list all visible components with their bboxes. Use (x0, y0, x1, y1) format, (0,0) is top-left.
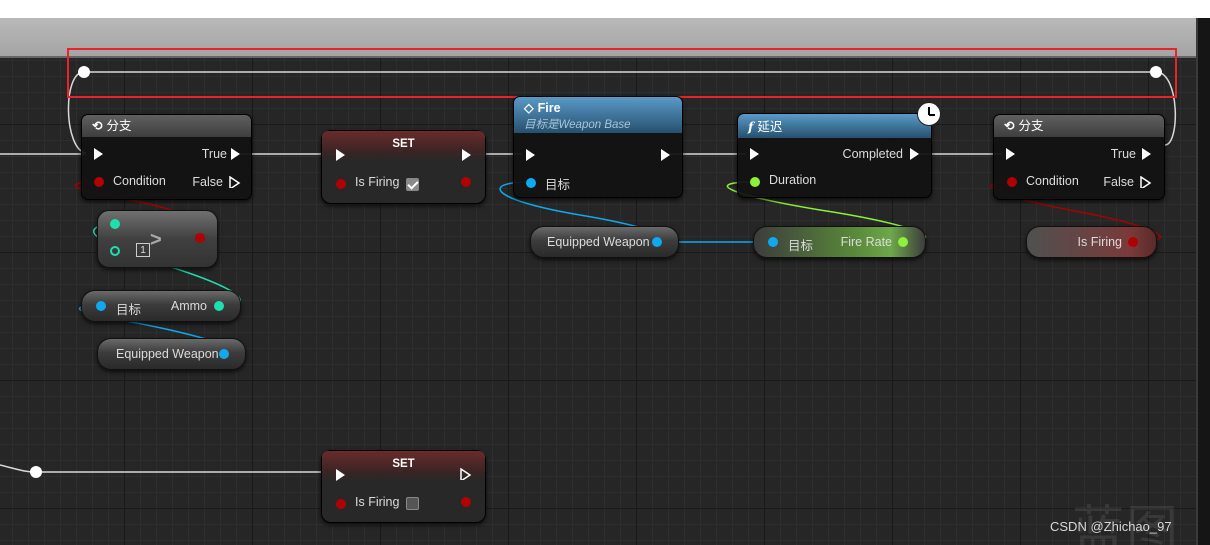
branch-2-condition-label: Condition (1026, 174, 1079, 188)
branch-2-true-pin[interactable] (1142, 148, 1151, 160)
branch-icon: ⟲ (92, 119, 103, 133)
is-firing-getter-node[interactable]: Is Firing (1026, 226, 1157, 258)
completed-exec-pin[interactable] (910, 148, 919, 160)
set-1-output-pin[interactable] (461, 177, 471, 187)
false-pin-label: False (192, 175, 223, 189)
completed-pin-label: Completed (842, 147, 903, 161)
branch-2-exec-in[interactable] (1006, 148, 1015, 160)
set-is-firing-false-node[interactable]: SET Is Firing (321, 450, 486, 523)
set-1-pin-label: Is Firing (355, 175, 400, 189)
ammo-output-pin[interactable] (214, 301, 224, 311)
set-2-pin-label: Is Firing (355, 495, 400, 509)
ammo-target-pin[interactable] (96, 301, 106, 311)
set-2-output-pin[interactable] (461, 497, 471, 507)
equipped-weapon-1-pin[interactable] (219, 349, 229, 359)
delay-node[interactable]: f 延迟 Completed Duration (737, 102, 941, 198)
latent-clock-icon (917, 102, 941, 126)
duration-pin-label: Duration (769, 173, 817, 187)
delay-node-header: f 延迟 (738, 114, 931, 138)
branch-node-2[interactable]: ⟲ 分支 True Condition False (993, 114, 1165, 200)
compare-output-pin[interactable] (195, 233, 205, 243)
selection-highlight-box (67, 48, 1177, 98)
exec-in-pin[interactable] (94, 148, 103, 160)
watermark-logo-glyph: 蓝图 (1072, 502, 1181, 545)
set-2-checkbox[interactable] (406, 497, 419, 510)
function-icon: f (748, 119, 754, 134)
compare-input-a-pin[interactable] (110, 219, 120, 229)
greater-than-node[interactable]: 1 > (97, 210, 218, 268)
branch-2-false-label: False (1103, 175, 1134, 189)
fire-target-pin[interactable] (526, 178, 536, 188)
reroute-node-right[interactable] (1150, 66, 1162, 78)
fire-rate-output-label: Fire Rate (840, 235, 892, 249)
window-top-strip (0, 0, 1210, 18)
delay-exec-in[interactable] (750, 148, 759, 160)
fire-target-label: 目标 (545, 178, 571, 192)
set-1-exec-out[interactable] (462, 149, 471, 161)
branch-icon: ⟲ (1004, 119, 1015, 133)
condition-pin[interactable] (94, 177, 104, 187)
fire-rate-target-pin[interactable] (768, 237, 778, 247)
branch-node-1-header: ⟲ 分支 (82, 115, 251, 137)
branch-2-condition-pin[interactable] (1007, 177, 1017, 187)
set-2-exec-in[interactable] (336, 469, 345, 481)
fire-exec-out[interactable] (661, 149, 670, 161)
fire-exec-in[interactable] (526, 149, 535, 161)
equipped-weapon-2-pin[interactable] (652, 237, 662, 247)
set-node-1-title: SET (322, 131, 485, 161)
equipped-weapon-getter-2[interactable]: Equipped Weapon (530, 226, 679, 258)
fire-rate-target-label: 目标 (788, 239, 814, 253)
is-firing-getter-pin[interactable] (1128, 237, 1138, 247)
condition-pin-label: Condition (113, 174, 166, 188)
fire-node-title: Fire (537, 101, 561, 115)
branch-node-2-header: ⟲ 分支 (994, 115, 1164, 137)
reroute-node-bottom[interactable] (30, 466, 42, 478)
event-diamond-icon: ◇ (524, 101, 534, 115)
fire-function-node[interactable]: ◇ Fire 目标是Weapon Base 目标 (513, 96, 683, 198)
ammo-getter-node[interactable]: 目标 Ammo (81, 290, 241, 322)
exec-wire-false-set (0, 464, 335, 473)
reroute-node-left[interactable] (78, 66, 90, 78)
set-1-exec-in[interactable] (336, 149, 345, 161)
blueprint-graph-canvas[interactable]: ⟲ 分支 True Condition False 1 > 目标 Ammo Equ… (0, 0, 1210, 545)
fire-node-header: ◇ Fire 目标是Weapon Base (514, 97, 682, 133)
branch-2-false-pin[interactable] (1140, 176, 1152, 188)
set-1-checkbox[interactable] (406, 178, 419, 191)
compare-value-box[interactable]: 1 (136, 243, 150, 257)
fire-rate-output-pin[interactable] (898, 237, 908, 247)
equipped-weapon-1-label: Equipped Weapon (116, 347, 219, 361)
equipped-weapon-2-label: Equipped Weapon (547, 235, 650, 249)
delay-node-title: 延迟 (757, 120, 783, 134)
duration-pin[interactable] (750, 177, 760, 187)
equipped-weapon-getter-1[interactable]: Equipped Weapon (97, 338, 246, 370)
branch-node-1[interactable]: ⟲ 分支 True Condition False (81, 114, 252, 200)
true-pin-label: True (201, 147, 227, 161)
graph-scrollbar[interactable] (1196, 18, 1210, 545)
ammo-target-label: 目标 (116, 303, 142, 317)
compare-operator: > (150, 229, 162, 251)
is-firing-getter-label: Is Firing (1077, 235, 1122, 249)
ammo-output-label: Ammo (170, 299, 207, 313)
set-2-exec-out[interactable] (460, 468, 472, 480)
branch-2-true-label: True (1110, 147, 1136, 161)
false-exec-pin[interactable] (229, 176, 241, 188)
watermark-text: CSDN @Zhichao_97 (1050, 519, 1172, 534)
set-1-input-pin[interactable] (336, 179, 346, 189)
set-is-firing-true-node[interactable]: SET Is Firing (321, 130, 486, 204)
set-2-input-pin[interactable] (336, 499, 346, 509)
true-exec-pin[interactable] (231, 148, 240, 160)
compare-input-b-pin[interactable] (110, 246, 120, 256)
fire-rate-getter-node[interactable]: 目标 Fire Rate (753, 226, 926, 258)
fire-node-subtitle: 目标是Weapon Base (524, 119, 631, 131)
branch-node-2-title: 分支 (1018, 119, 1044, 133)
branch-node-1-title: 分支 (106, 119, 132, 133)
